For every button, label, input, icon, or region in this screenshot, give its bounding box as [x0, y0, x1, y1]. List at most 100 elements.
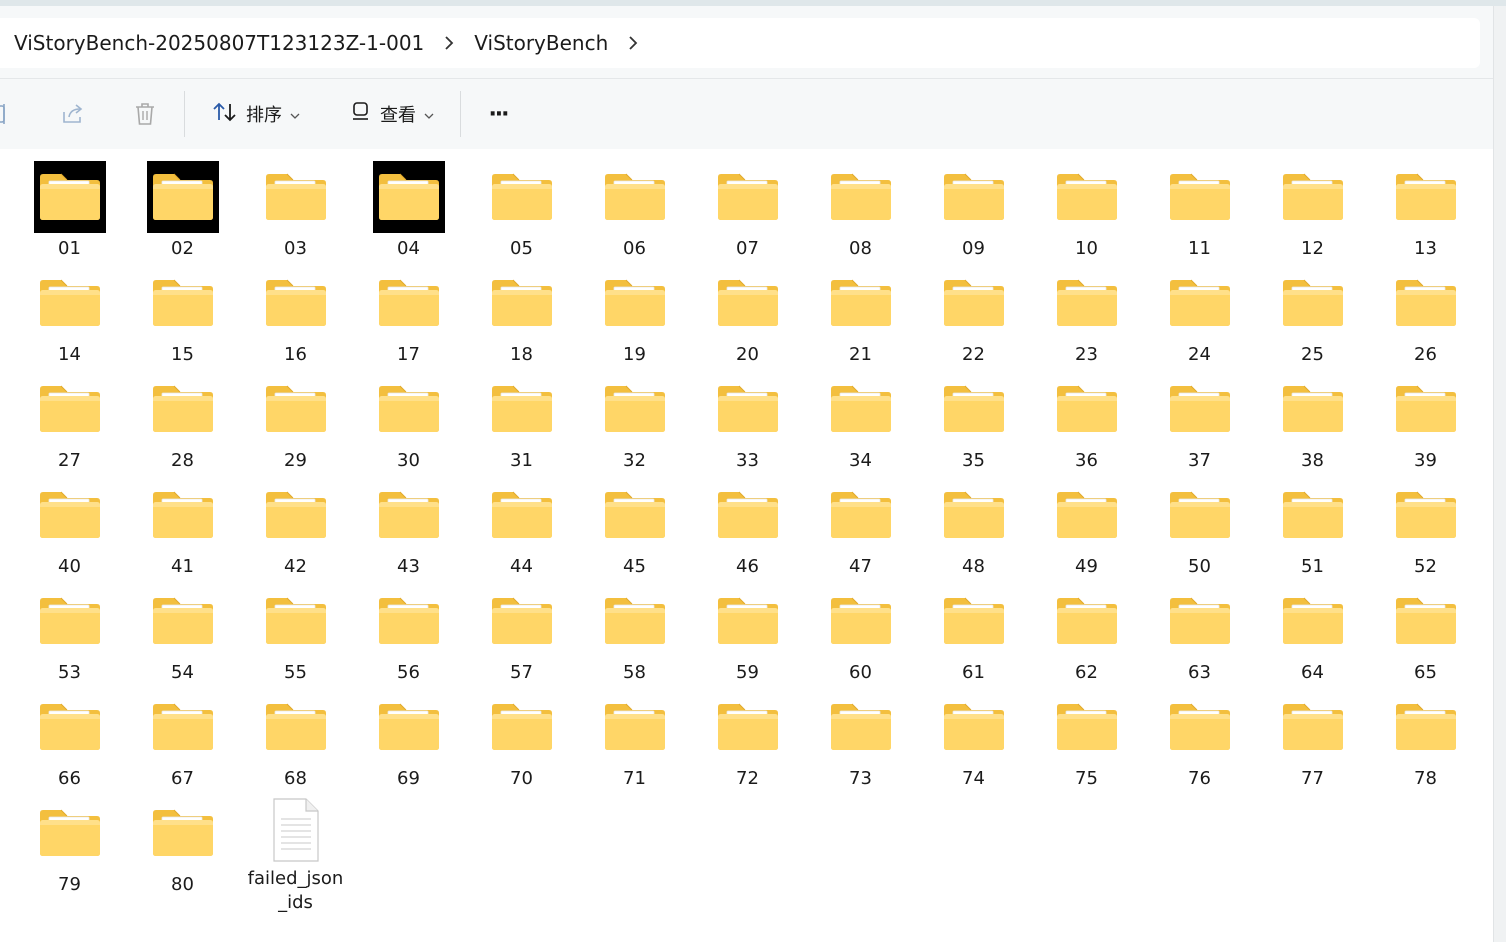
folder-item[interactable]: 49	[1030, 473, 1143, 579]
address-bar[interactable]: ViStoryBench-20250807T123123Z-1-001 ViSt…	[0, 18, 1480, 68]
folder-item[interactable]: 44	[465, 473, 578, 579]
folder-item[interactable]: 11	[1143, 155, 1256, 261]
folder-item[interactable]: 14	[13, 261, 126, 367]
file-item[interactable]: failed_json_ids	[239, 791, 352, 913]
folder-item[interactable]: 13	[1369, 155, 1482, 261]
folder-item[interactable]: 19	[578, 261, 691, 367]
sort-button[interactable]: 排序	[206, 79, 306, 149]
folder-item[interactable]: 08	[804, 155, 917, 261]
item-name: 35	[962, 450, 985, 471]
breadcrumb-item-root[interactable]: ViStoryBench-20250807T123123Z-1-001	[14, 31, 424, 55]
folder-item[interactable]: 41	[126, 473, 239, 579]
folder-item[interactable]: 16	[239, 261, 352, 367]
folder-item[interactable]: 36	[1030, 367, 1143, 473]
folder-item[interactable]: 45	[578, 473, 691, 579]
folder-item[interactable]: 15	[126, 261, 239, 367]
folder-item[interactable]: 75	[1030, 685, 1143, 791]
folder-item[interactable]: 53	[13, 579, 126, 685]
folder-item[interactable]: 67	[126, 685, 239, 791]
folder-item[interactable]: 46	[691, 473, 804, 579]
folder-icon	[373, 691, 445, 763]
folder-item[interactable]: 22	[917, 261, 1030, 367]
folder-item[interactable]: 78	[1369, 685, 1482, 791]
folder-item[interactable]: 43	[352, 473, 465, 579]
folder-icon	[260, 585, 332, 657]
more-options-button[interactable]: ···	[478, 79, 518, 149]
folder-item[interactable]: 04	[352, 155, 465, 261]
folder-item[interactable]: 30	[352, 367, 465, 473]
folder-item[interactable]: 33	[691, 367, 804, 473]
folder-item[interactable]: 47	[804, 473, 917, 579]
folder-item[interactable]: 63	[1143, 579, 1256, 685]
folder-item[interactable]: 69	[352, 685, 465, 791]
folder-item[interactable]: 28	[126, 367, 239, 473]
folder-item[interactable]: 55	[239, 579, 352, 685]
folder-item[interactable]: 18	[465, 261, 578, 367]
breadcrumb-chevron-icon[interactable]	[608, 35, 658, 51]
folder-item[interactable]: 50	[1143, 473, 1256, 579]
folder-item[interactable]: 32	[578, 367, 691, 473]
breadcrumb-chevron-icon[interactable]	[424, 35, 474, 51]
item-name: 52	[1414, 556, 1437, 577]
folder-item[interactable]: 70	[465, 685, 578, 791]
folder-item[interactable]: 76	[1143, 685, 1256, 791]
folder-item[interactable]: 58	[578, 579, 691, 685]
folder-item[interactable]: 59	[691, 579, 804, 685]
folder-item[interactable]: 10	[1030, 155, 1143, 261]
item-name: 17	[397, 344, 420, 365]
folder-item[interactable]: 39	[1369, 367, 1482, 473]
folder-item[interactable]: 77	[1256, 685, 1369, 791]
folder-item[interactable]: 65	[1369, 579, 1482, 685]
folder-item[interactable]: 03	[239, 155, 352, 261]
breadcrumb-item-current[interactable]: ViStoryBench	[474, 31, 608, 55]
folder-item[interactable]: 42	[239, 473, 352, 579]
folder-item[interactable]: 09	[917, 155, 1030, 261]
folder-item[interactable]: 48	[917, 473, 1030, 579]
folder-item[interactable]: 51	[1256, 473, 1369, 579]
folder-item[interactable]: 05	[465, 155, 578, 261]
folder-item[interactable]: 20	[691, 261, 804, 367]
folder-item[interactable]: 12	[1256, 155, 1369, 261]
vertical-scrollbar[interactable]	[1493, 6, 1506, 942]
folder-item[interactable]: 25	[1256, 261, 1369, 367]
folder-item[interactable]: 37	[1143, 367, 1256, 473]
folder-item[interactable]: 35	[917, 367, 1030, 473]
view-button[interactable]: 查看	[342, 79, 442, 149]
folder-item[interactable]: 74	[917, 685, 1030, 791]
folder-item[interactable]: 54	[126, 579, 239, 685]
folder-item[interactable]: 27	[13, 367, 126, 473]
folder-item[interactable]: 52	[1369, 473, 1482, 579]
folder-item[interactable]: 40	[13, 473, 126, 579]
folder-item[interactable]: 38	[1256, 367, 1369, 473]
folder-item[interactable]: 61	[917, 579, 1030, 685]
more-options-label: ···	[488, 101, 509, 127]
folder-item[interactable]: 06	[578, 155, 691, 261]
folder-item[interactable]: 26	[1369, 261, 1482, 367]
folder-item[interactable]: 57	[465, 579, 578, 685]
folder-item[interactable]: 34	[804, 367, 917, 473]
folder-item[interactable]: 73	[804, 685, 917, 791]
folder-item[interactable]: 72	[691, 685, 804, 791]
delete-icon[interactable]	[130, 79, 160, 149]
folder-item[interactable]: 07	[691, 155, 804, 261]
folder-item[interactable]: 62	[1030, 579, 1143, 685]
folder-item[interactable]: 01	[13, 155, 126, 261]
sort-label: 排序	[246, 105, 282, 126]
folder-item[interactable]: 17	[352, 261, 465, 367]
rename-icon[interactable]	[0, 79, 16, 149]
folder-item[interactable]: 71	[578, 685, 691, 791]
folder-item[interactable]: 68	[239, 685, 352, 791]
folder-item[interactable]: 02	[126, 155, 239, 261]
folder-item[interactable]: 31	[465, 367, 578, 473]
folder-item[interactable]: 24	[1143, 261, 1256, 367]
share-icon[interactable]	[58, 79, 88, 149]
folder-item[interactable]: 56	[352, 579, 465, 685]
folder-item[interactable]: 80	[126, 791, 239, 897]
folder-item[interactable]: 23	[1030, 261, 1143, 367]
folder-item[interactable]: 60	[804, 579, 917, 685]
folder-item[interactable]: 66	[13, 685, 126, 791]
folder-item[interactable]: 64	[1256, 579, 1369, 685]
folder-item[interactable]: 29	[239, 367, 352, 473]
folder-item[interactable]: 79	[13, 791, 126, 897]
folder-item[interactable]: 21	[804, 261, 917, 367]
